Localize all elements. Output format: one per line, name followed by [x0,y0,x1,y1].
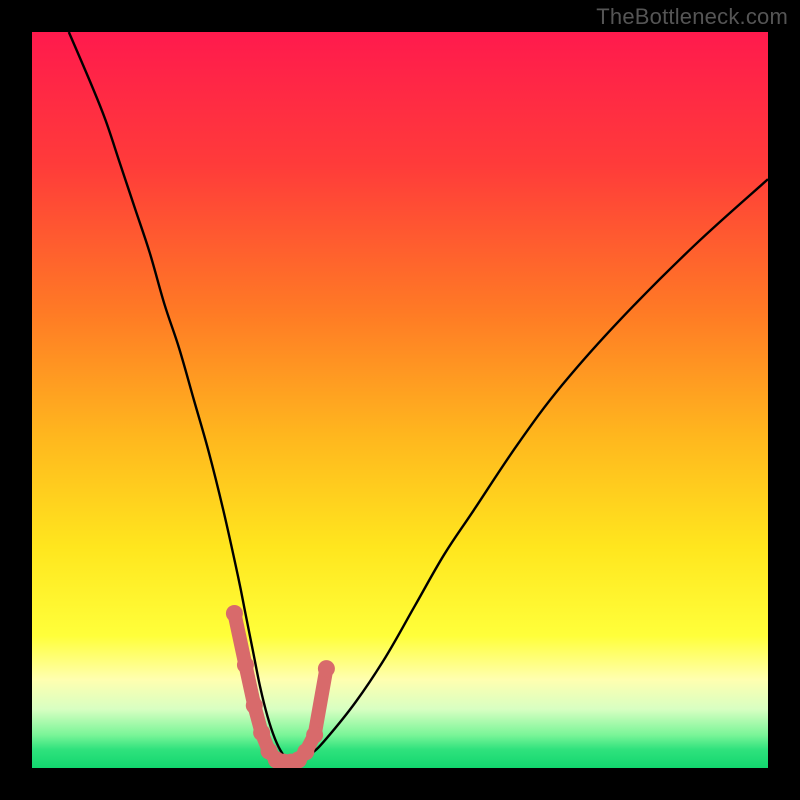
marker-dot [246,697,263,714]
marker-dot [318,660,335,677]
plot-background [32,32,768,768]
bottleneck-chart [0,0,800,800]
chart-frame: TheBottleneck.com [0,0,800,800]
marker-dot [226,605,243,622]
marker-dot [253,724,270,741]
marker-dot [237,656,254,673]
marker-dot [306,726,323,743]
watermark-text: TheBottleneck.com [596,4,788,30]
marker-dot [297,743,314,760]
